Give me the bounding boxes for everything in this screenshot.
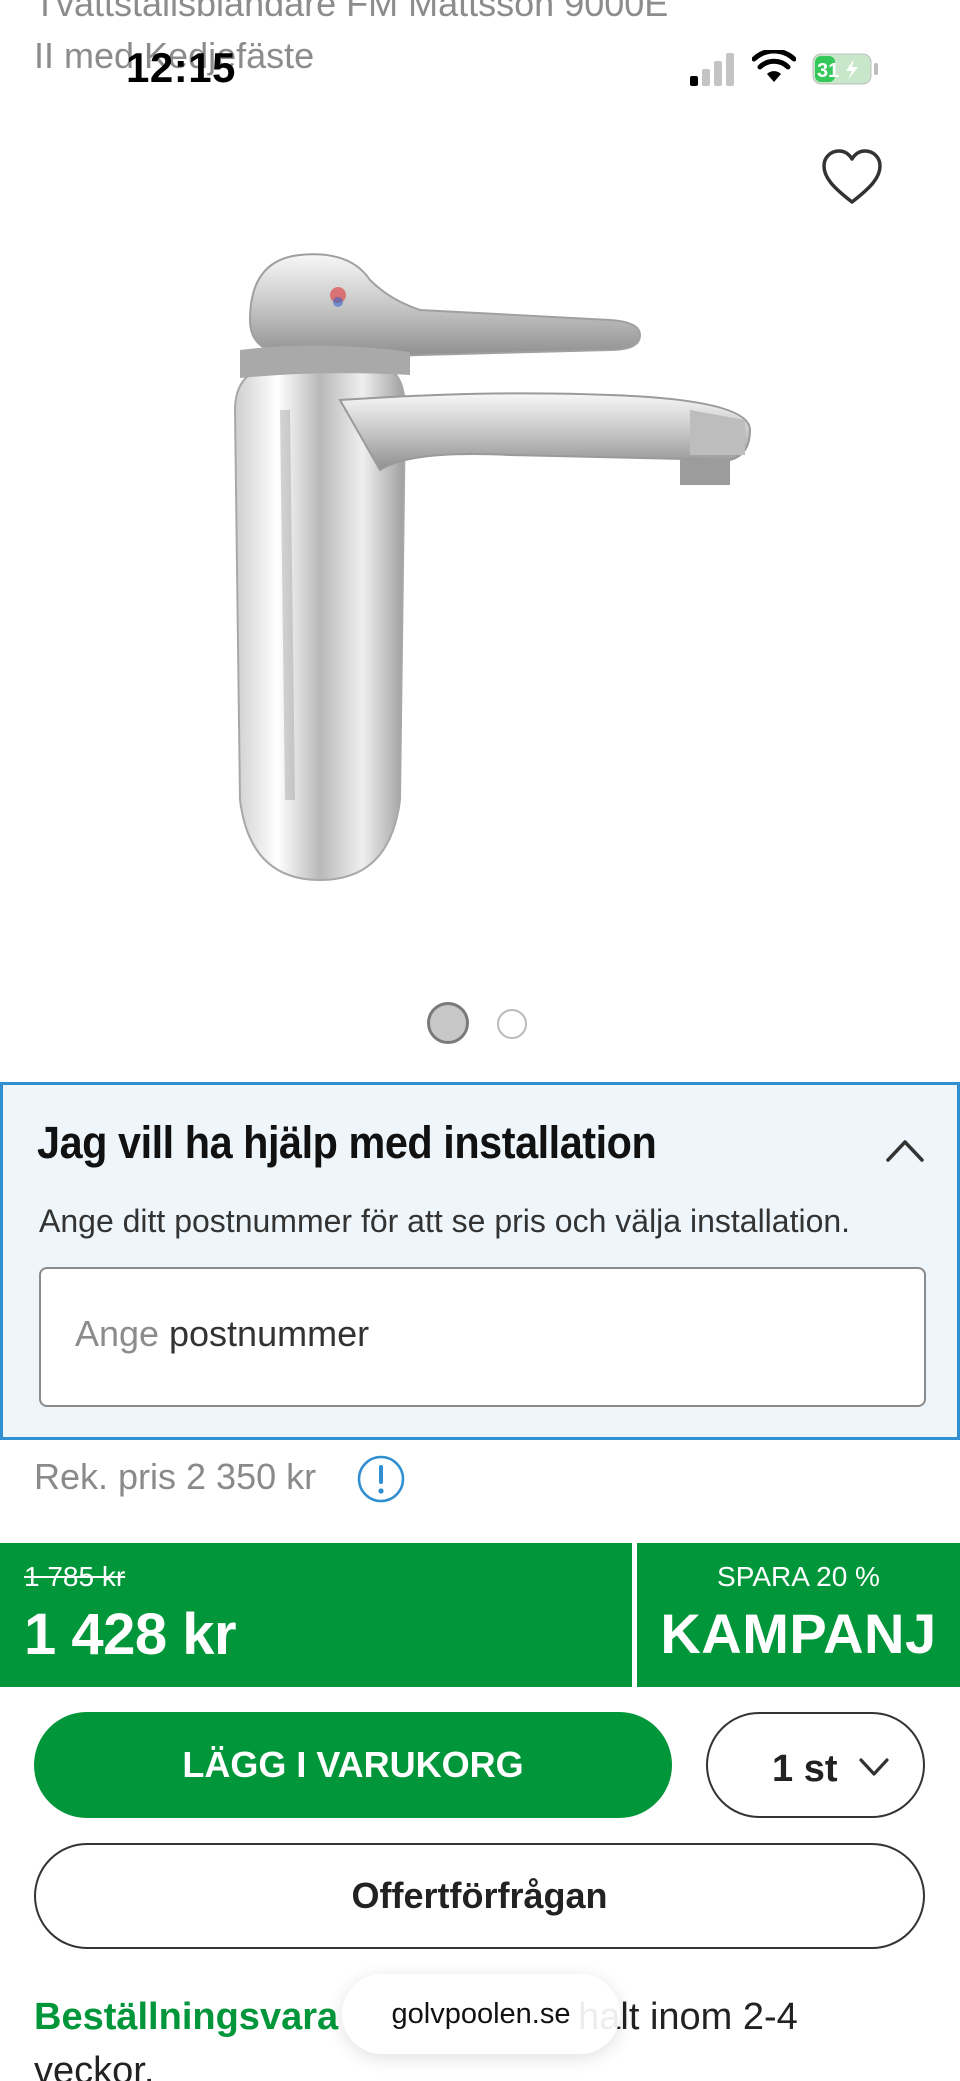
add-to-cart-button[interactable]: LÄGG I VARUKORG [34,1712,672,1818]
old-price: 1 785 kr [24,1561,126,1592]
price-banner: 1 785 kr 1 428 kr SPARA 20 % KAMPANJ [0,1543,960,1687]
chevron-down-icon [859,1758,889,1776]
gallery-dot-1[interactable] [427,1002,469,1044]
zip-code-value: postnummer [169,1313,370,1354]
wifi-icon [752,50,796,82]
installation-description: Ange ditt postnummer för att se pris och… [39,1203,851,1239]
availability-status: Beställningsvara [34,1996,339,2038]
availability-text-2: veckor. [34,2050,155,2081]
chevron-up-icon[interactable] [885,1137,925,1163]
zip-code-input[interactable]: Ange postnummer [39,1267,926,1407]
quantity-select[interactable]: 1 st [706,1712,925,1818]
gallery-dot-2[interactable] [497,1009,527,1039]
zip-code-placeholder: Ange [75,1313,160,1354]
battery-level: 31 [817,60,839,82]
info-icon[interactable] [356,1454,406,1504]
signal-icon [690,53,734,86]
favorite-heart-icon[interactable] [820,148,884,206]
browser-url-bar[interactable]: golvpoolen.se [342,1974,620,2054]
battery-icon: 31 [812,53,878,85]
savings-label: SPARA 20 % [717,1561,880,1592]
quantity-value: 1 st [772,1748,838,1790]
installation-panel: Jag vill ha hjälp med installation Ange … [0,1082,960,1440]
status-time: 12:15 [126,44,236,91]
installation-title: Jag vill ha hjälp med installation [37,1117,657,1168]
current-price: 1 428 kr [24,1602,237,1667]
product-image[interactable] [190,240,830,900]
status-bar: 12:15 31 [0,0,960,140]
gallery-pagination [0,1000,960,1048]
campaign-badge: KAMPANJ [660,1602,937,1665]
offer-request-button[interactable]: Offertförfrågan [34,1843,925,1949]
recommended-price: Rek. pris 2 350 kr [34,1456,317,1497]
